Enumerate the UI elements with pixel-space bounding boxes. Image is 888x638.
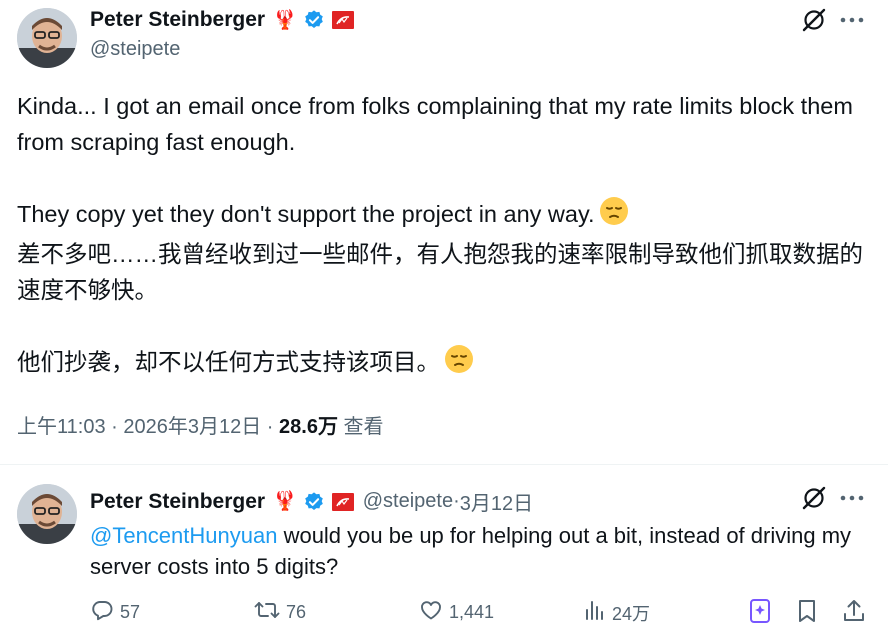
- tweet-body: Kinda... I got an email once from folks …: [17, 88, 877, 384]
- reply-count: 57: [120, 602, 141, 622]
- repost-icon: [254, 598, 280, 627]
- views-button[interactable]: 24万: [584, 598, 650, 627]
- red-flag-icon: [331, 11, 354, 29]
- reply-action-bar: 57 76 1,441 24万: [90, 598, 880, 630]
- tweet-paragraph: Kinda... I got an email once from folks …: [17, 93, 853, 155]
- grok-slash-icon[interactable]: [800, 484, 828, 512]
- tweet-time[interactable]: 上午11:03: [17, 416, 106, 438]
- reply-icon: [90, 598, 114, 627]
- sad-face-emoji: [444, 344, 474, 384]
- tweet-metadata: 上午11:03 · 2026年3月12日 · 28.6万 查看: [17, 416, 384, 438]
- author-handle[interactable]: @steipete: [90, 38, 180, 61]
- sad-face-emoji: [599, 196, 629, 236]
- lobster-emoji: 🦞: [273, 491, 297, 512]
- reply-author-name[interactable]: Peter Steinberger: [90, 490, 265, 514]
- more-icon[interactable]: [838, 484, 866, 512]
- tweet-paragraph: They copy yet they don't support the pro…: [17, 196, 877, 236]
- repost-button[interactable]: 76: [254, 598, 306, 627]
- repost-count: 76: [286, 602, 307, 622]
- views-label: 查看: [343, 416, 384, 438]
- author-name[interactable]: Peter Steinberger: [90, 8, 265, 32]
- red-flag-icon: [331, 492, 354, 511]
- reply-date[interactable]: 3月12日: [460, 487, 533, 516]
- reply-button[interactable]: 57: [90, 598, 140, 627]
- like-button[interactable]: 1,441: [419, 598, 494, 627]
- like-icon: [419, 598, 443, 627]
- divider: [0, 464, 888, 465]
- author-name-row: Peter Steinberger 🦞: [90, 8, 354, 32]
- mention-link[interactable]: @TencentHunyuan: [90, 523, 277, 548]
- like-count: 1,441: [449, 602, 495, 622]
- lobster-emoji: 🦞: [273, 9, 297, 31]
- verified-badge-icon[interactable]: [303, 9, 325, 31]
- view-count: 28.6万: [279, 416, 338, 438]
- grok-icon[interactable]: [748, 598, 772, 624]
- more-icon[interactable]: [838, 6, 866, 34]
- share-icon[interactable]: [842, 598, 866, 624]
- tweet-paragraph: 差不多吧……我曾经收到过一些邮件，有人抱怨我的速率限制导致他们抓取数据的速度不够…: [17, 241, 863, 303]
- reply-author-avatar[interactable]: [17, 484, 77, 544]
- verified-badge-icon[interactable]: [303, 491, 325, 513]
- bookmark-icon[interactable]: [796, 598, 818, 624]
- grok-slash-icon[interactable]: [800, 6, 828, 34]
- reply-author-handle[interactable]: @steipete: [363, 490, 453, 513]
- tweet-paragraph: 他们抄袭，却不以任何方式支持该项目。: [17, 344, 877, 384]
- tweet-date[interactable]: 2026年3月12日: [123, 416, 261, 438]
- author-avatar[interactable]: [17, 8, 77, 68]
- views-icon: [584, 598, 606, 627]
- views-count: 24万: [612, 603, 651, 624]
- reply-body: @TencentHunyuan would you be up for help…: [90, 520, 880, 582]
- reply-header: Peter Steinberger 🦞 @steipete · 3月12日: [90, 487, 533, 516]
